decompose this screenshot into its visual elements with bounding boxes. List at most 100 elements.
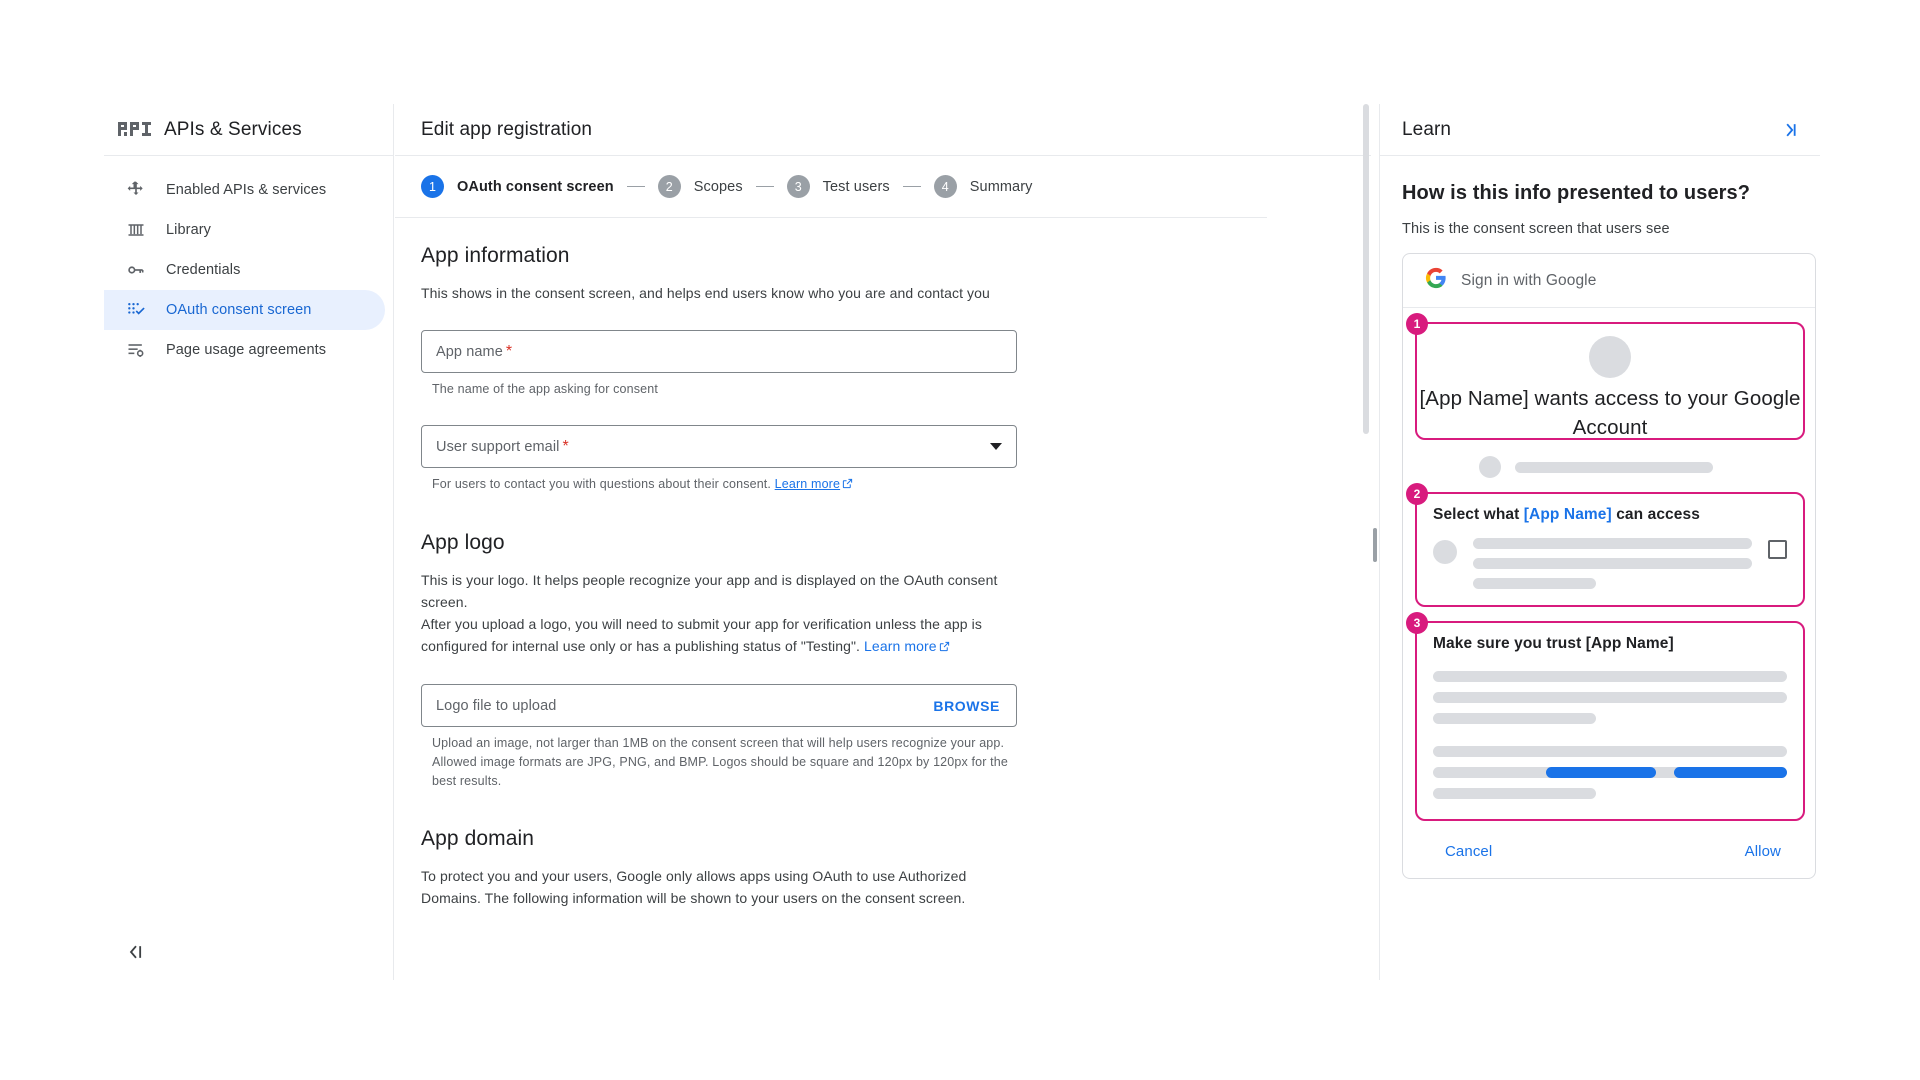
step-number: 3 (786, 175, 810, 198)
step-scopes[interactable]: 2 Scopes (657, 175, 743, 198)
step-summary[interactable]: 4 Summary (933, 175, 1033, 198)
trust-text-placeholders-top (1433, 671, 1787, 724)
learn-panel-body: How is this info presented to users? Thi… (1380, 156, 1820, 879)
app-name-hint: The name of the app asking for consent (432, 382, 658, 396)
step-number: 2 (657, 175, 681, 198)
page-title: Edit app registration (421, 118, 593, 140)
dashboard-icon (126, 180, 166, 200)
sidebar-item-enabled-apis[interactable]: Enabled APIs & services (104, 170, 385, 210)
trust-line-4 (1433, 746, 1787, 757)
app-logo-description-1: This is your logo. It helps people recog… (421, 572, 998, 610)
step-label: Summary (969, 178, 1033, 195)
consent-icon (126, 300, 166, 320)
external-link-icon (939, 636, 950, 658)
trust-line-3 (1433, 713, 1596, 724)
panel-splitter[interactable] (1371, 104, 1379, 980)
learn-panel-title: Learn (1402, 118, 1452, 140)
step-number: 4 (933, 175, 957, 198)
app-information-heading: App information (421, 244, 570, 267)
consent-scope-row (1433, 538, 1787, 589)
step-separator (902, 186, 921, 187)
sidebar-item-label: Credentials (166, 262, 241, 278)
key-icon (126, 260, 166, 280)
main-scrollbar[interactable] (1361, 104, 1371, 980)
sidebar: APIs & Services Enabled APIs & services (104, 104, 394, 980)
consent-actions: Cancel Allow (1403, 821, 1815, 870)
title-app-name: [App Name] (1523, 506, 1612, 523)
sidebar-collapse-button[interactable] (104, 942, 393, 962)
required-marker: * (505, 342, 513, 360)
consent-trust-title: Make sure you trust [App Name] (1433, 635, 1674, 652)
sidebar-header: APIs & Services (104, 104, 393, 156)
scope-line-1 (1473, 538, 1752, 549)
learn-more-link-app-logo[interactable]: Learn more (864, 638, 937, 654)
collapse-left-icon (129, 945, 142, 959)
trust-line-6 (1433, 788, 1596, 799)
splitter-grip[interactable] (1373, 528, 1377, 562)
consent-signin-row: Sign in with Google (1403, 254, 1815, 308)
user-support-email-select[interactable]: User support email * (421, 425, 1017, 468)
trust-line-1 (1433, 671, 1787, 682)
sidebar-nav: Enabled APIs & services Library Credenti… (104, 156, 393, 370)
consent-account-row (1479, 456, 1815, 478)
logo-file-upload-input[interactable]: Logo file to upload BROWSE (421, 684, 1017, 727)
title-part-before: Select what (1433, 506, 1524, 523)
trust-line-2 (1433, 692, 1787, 703)
scope-icon-placeholder (1433, 540, 1457, 564)
account-avatar-placeholder (1479, 456, 1501, 478)
sidebar-item-credentials[interactable]: Credentials (104, 250, 385, 290)
agreements-icon (126, 340, 166, 360)
consent-access-text: [App Name] wants access to your Google A… (1419, 387, 1801, 439)
consent-select-access-title: Select what [App Name] can access (1433, 506, 1787, 524)
trust-link-pill-1[interactable] (1546, 767, 1656, 778)
step-oauth-consent-screen[interactable]: 1 OAuth consent screen (421, 175, 614, 198)
sidebar-item-library[interactable]: Library (104, 210, 385, 250)
sidebar-app-title: APIs & Services (164, 118, 302, 140)
learn-panel-header: Learn (1380, 104, 1820, 156)
app-logo-heading: App logo (421, 531, 505, 554)
app-name-input[interactable]: App name * (421, 330, 1017, 373)
scope-line-2 (1473, 558, 1752, 569)
step-separator (626, 186, 645, 187)
scrollbar-thumb[interactable] (1363, 104, 1369, 434)
callout-badge-3: 3 (1406, 612, 1428, 634)
consent-screen-preview: Sign in with Google 1 [App Name] wants a… (1402, 253, 1816, 879)
main-content: Edit app registration 1 OAuth consent sc… (395, 104, 1371, 980)
wizard-stepper: 1 OAuth consent screen 2 Scopes 3 Test u… (395, 156, 1267, 218)
external-link-icon (842, 476, 853, 495)
callout-badge-1: 1 (1406, 313, 1428, 335)
app-information-description: This shows in the consent screen, and he… (421, 285, 990, 301)
trust-line-5-row (1433, 767, 1787, 778)
form-body: App information This shows in the consen… (395, 218, 1371, 980)
learn-panel-collapse-button[interactable] (1778, 120, 1798, 140)
required-marker: * (562, 437, 569, 455)
logo-file-label: Logo file to upload (436, 697, 557, 714)
consent-cancel-button[interactable]: Cancel (1445, 843, 1492, 860)
title-part-after: can access (1611, 506, 1700, 523)
account-name-placeholder (1515, 461, 1713, 473)
logo-upload-hint: Upload an image, not larger than 1MB on … (432, 736, 1009, 788)
user-support-email-hint: For users to contact you with questions … (421, 475, 1021, 495)
scope-checkbox[interactable] (1768, 540, 1787, 559)
learn-subheading: This is the consent screen that users se… (1402, 221, 1670, 237)
sidebar-item-page-usage-agreements[interactable]: Page usage agreements (104, 330, 385, 370)
sidebar-item-label: OAuth consent screen (166, 302, 312, 318)
api-logo-icon (118, 121, 164, 138)
learn-heading: How is this info presented to users? (1402, 182, 1751, 204)
sidebar-item-label: Library (166, 222, 212, 238)
browse-button[interactable]: BROWSE (933, 698, 1000, 714)
chevron-down-icon[interactable] (990, 443, 1002, 450)
sidebar-item-oauth-consent-screen[interactable]: OAuth consent screen (104, 290, 385, 330)
main-header: Edit app registration (395, 104, 1371, 156)
app-logo-description-2: After you upload a logo, you will need t… (421, 613, 999, 658)
trust-link-pill-2[interactable] (1673, 767, 1787, 778)
step-label: Test users (822, 178, 890, 195)
step-test-users[interactable]: 3 Test users (786, 175, 890, 198)
step-label: Scopes (693, 178, 743, 195)
hint-text: For users to contact you with questions … (432, 477, 775, 491)
google-g-icon (1425, 267, 1447, 294)
learn-more-link-support-email[interactable]: Learn more (775, 477, 840, 491)
step-label: OAuth consent screen (457, 178, 614, 195)
consent-allow-button[interactable]: Allow (1745, 843, 1781, 860)
app-domain-description: To protect you and your users, Google on… (421, 868, 967, 906)
